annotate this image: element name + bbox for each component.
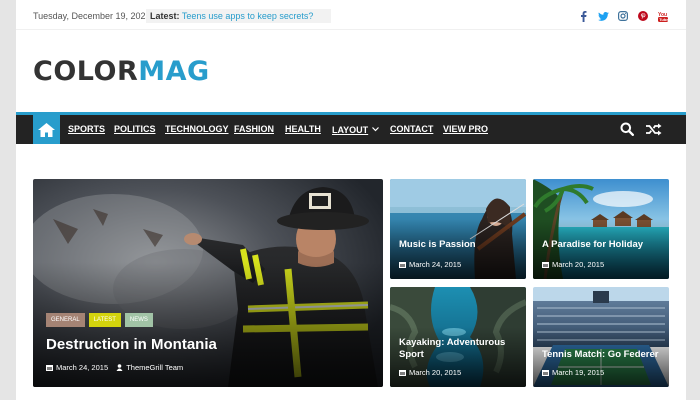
nav-item-layout[interactable]: LAYOUT — [332, 124, 380, 135]
home-icon — [38, 122, 55, 137]
site-logo[interactable]: COLORMAG — [33, 56, 210, 87]
tag-latest[interactable]: Latest — [88, 313, 121, 327]
featured-post[interactable]: General Latest News Destruction in Monta… — [33, 179, 383, 387]
grid-post-2-date[interactable]: March 20, 2015 — [552, 260, 604, 269]
grid-post-1-title[interactable]: Music is Passion — [399, 239, 476, 250]
tag-news[interactable]: News — [124, 313, 153, 327]
top-bar: Tuesday, December 19, 2023 Latest: Teens… — [16, 0, 686, 30]
user-icon — [116, 363, 126, 372]
current-date: Tuesday, December 19, 2023 — [33, 11, 151, 21]
grid-post-2[interactable]: A Paradise for Holiday March 20, 2015 — [533, 179, 669, 279]
nav-item-health[interactable]: HEALTH — [285, 124, 321, 134]
grid-post-4-date[interactable]: March 19, 2015 — [552, 368, 604, 377]
calendar-icon — [46, 363, 56, 372]
logo-part-1: COLOR — [33, 56, 139, 87]
nav-item-layout-label: LAYOUT — [332, 125, 369, 135]
featured-meta: March 24, 2015 ThemeGrill Team — [46, 363, 183, 372]
grid-post-1[interactable]: Music is Passion March 24, 2015 — [390, 179, 526, 279]
breaking-news: Latest: Teens use apps to keep secrets? — [146, 9, 331, 23]
nav-item-contact[interactable]: CONTACT — [390, 124, 433, 134]
grid-post-3[interactable]: Kayaking: Adventurous Sport March 20, 20… — [390, 287, 526, 387]
facebook-icon[interactable] — [577, 10, 589, 22]
tag-general[interactable]: General — [46, 313, 85, 327]
main-navigation: SPORTS POLITICS TECHNOLOGY FASHION HEALT… — [16, 112, 686, 144]
grid-post-4-meta: March 19, 2015 — [542, 368, 604, 377]
calendar-icon — [542, 368, 552, 377]
grid-post-3-title[interactable]: Kayaking: Adventurous Sport — [399, 337, 509, 361]
calendar-icon — [542, 260, 552, 269]
featured-author[interactable]: ThemeGrill Team — [126, 363, 183, 372]
calendar-icon — [399, 260, 409, 269]
grid-post-3-meta: March 20, 2015 — [399, 368, 461, 377]
youtube-icon[interactable]: You Tube — [657, 10, 669, 22]
grid-post-2-title[interactable]: A Paradise for Holiday — [542, 239, 643, 250]
featured-date[interactable]: March 24, 2015 — [56, 363, 108, 372]
grid-post-2-meta: March 20, 2015 — [542, 260, 604, 269]
site-header: COLORMAG — [16, 30, 686, 112]
nav-item-fashion[interactable]: FASHION — [234, 124, 274, 134]
search-icon[interactable] — [619, 121, 635, 137]
nav-item-politics[interactable]: POLITICS — [114, 124, 156, 134]
nav-item-view-pro[interactable]: VIEW PRO — [443, 124, 488, 134]
logo-part-2: MAG — [138, 56, 210, 87]
chevron-down-icon — [372, 124, 380, 134]
grid-post-4[interactable]: Tennis Match: Go Federer March 19, 2015 — [533, 287, 669, 387]
latest-news-link[interactable]: Teens use apps to keep secrets? — [182, 11, 314, 21]
grid-post-3-date[interactable]: March 20, 2015 — [409, 368, 461, 377]
twitter-icon[interactable] — [597, 10, 609, 22]
page: Tuesday, December 19, 2023 Latest: Teens… — [16, 0, 686, 400]
grid-post-1-meta: March 24, 2015 — [399, 260, 461, 269]
svg-text:Tube: Tube — [659, 17, 668, 22]
shuffle-icon[interactable] — [646, 121, 662, 137]
featured-tags: General Latest News — [46, 313, 153, 327]
featured-title[interactable]: Destruction in Montania — [46, 336, 217, 353]
home-button[interactable] — [33, 115, 60, 144]
grid-post-4-title[interactable]: Tennis Match: Go Federer — [542, 349, 658, 360]
nav-item-sports[interactable]: SPORTS — [68, 124, 105, 134]
instagram-icon[interactable] — [617, 10, 629, 22]
grid-post-1-date[interactable]: March 24, 2015 — [409, 260, 461, 269]
latest-label: Latest: — [150, 11, 180, 21]
calendar-icon — [399, 368, 409, 377]
pinterest-icon[interactable] — [637, 10, 649, 22]
nav-item-technology[interactable]: TECHNOLOGY — [165, 124, 229, 134]
